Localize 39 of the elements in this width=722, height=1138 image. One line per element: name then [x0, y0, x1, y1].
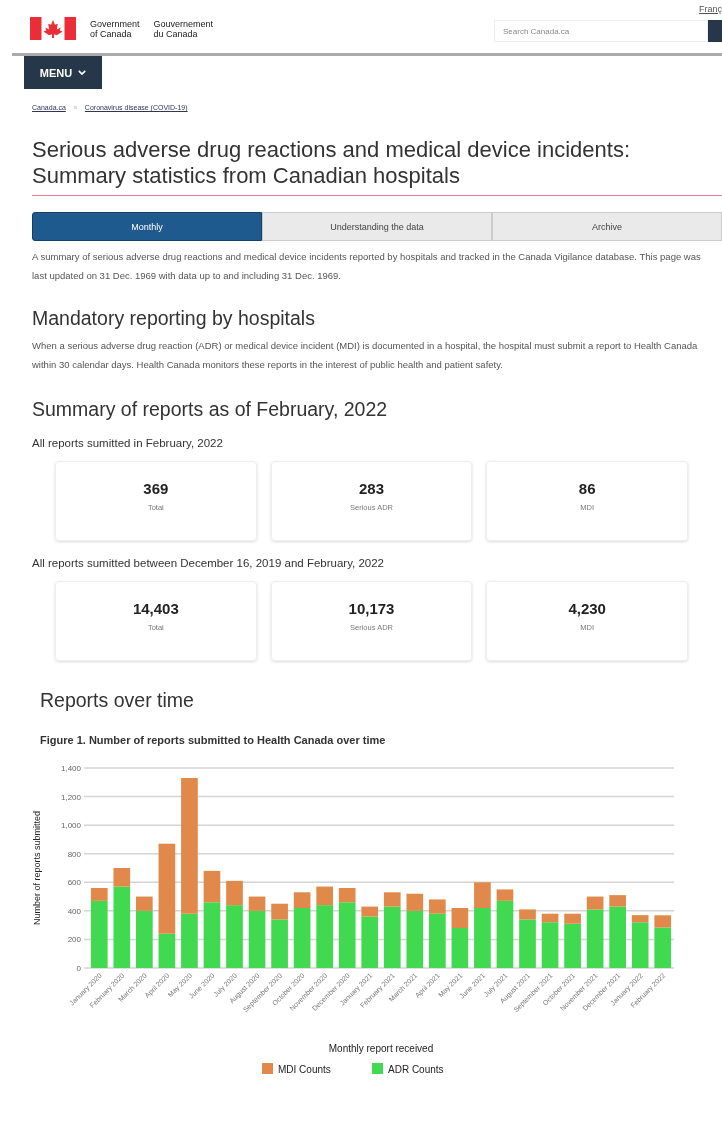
x-axis-title: Monthly report received	[328, 1043, 434, 1054]
y-tick-label: 0	[76, 964, 81, 973]
section-text: When a serious adverse drug reaction (ADR) or medical device incident (MDI) is documented in a hospital, the hospital must submit a report to Health Canada within 30 calendar days. Health Canada monitors these reports in the interest of public health and patient safety.	[32, 339, 699, 372]
group-heading: All reports sumitted between December 16, 2019 and February, 2022	[32, 557, 385, 569]
tab[interactable]: Monthly	[32, 212, 262, 241]
section-heading: Summary of reports as of February, 2022	[32, 398, 389, 421]
canada-flag-icon	[30, 17, 76, 40]
legend-label: MDI Counts	[278, 1064, 331, 1075]
section-heading: Reports over time	[40, 689, 195, 712]
y-tick-label: 600	[67, 878, 81, 888]
y-tick-label: 800	[67, 849, 81, 859]
search-field[interactable]: Search Canada.ca	[494, 20, 708, 42]
y-tick-label: 200	[67, 935, 81, 945]
stat-value: 10,173	[348, 600, 395, 617]
y-tick-label: 1,400	[60, 764, 81, 773]
y-tick-label: 1,000	[60, 821, 81, 831]
section-heading: Mandatory reporting by hospitals	[32, 307, 316, 330]
language-link[interactable]: Franç	[699, 4, 722, 14]
tab[interactable]: Understanding the data	[262, 212, 492, 241]
stat-value: 86	[578, 480, 596, 497]
government-name: Government of Canada	[90, 18, 140, 39]
intro-text: A summary of serious adverse drug reactions and medical device incidents reported by hospitals and tracked in the Canada Vigilance database. This page was last updated on 31 Dec. 1969 with data up to and including 31 Dec. 1969.	[32, 250, 702, 283]
figure-caption: Figure 1. Number of reports submitted to Health Canada over time	[40, 734, 387, 746]
tab[interactable]: Archive	[492, 212, 722, 241]
caret-icon	[78, 70, 87, 75]
y-tick-label: 1,200	[60, 792, 81, 802]
page-title: Serious adverse drug reactions and medical device incidents: Summary statistics from Canadian hospitals	[32, 137, 631, 189]
stat-value: 4,230	[568, 600, 606, 617]
y-axis-title: Number of reports submitted	[32, 811, 42, 925]
government-name: Gouvernement du Canada	[153, 18, 214, 39]
stat-value: 14,403	[132, 600, 179, 617]
search-button[interactable]	[708, 20, 722, 42]
stat-value: 369	[143, 480, 169, 497]
breadcrumb-separator	[73, 106, 77, 109]
group-heading: All reports sumitted in February, 2022	[32, 437, 224, 449]
menu-button[interactable]: MENU	[24, 56, 102, 89]
legend-label: ADR Counts	[388, 1064, 444, 1075]
y-tick-label: 400	[67, 906, 81, 916]
stat-value: 283	[359, 480, 384, 497]
